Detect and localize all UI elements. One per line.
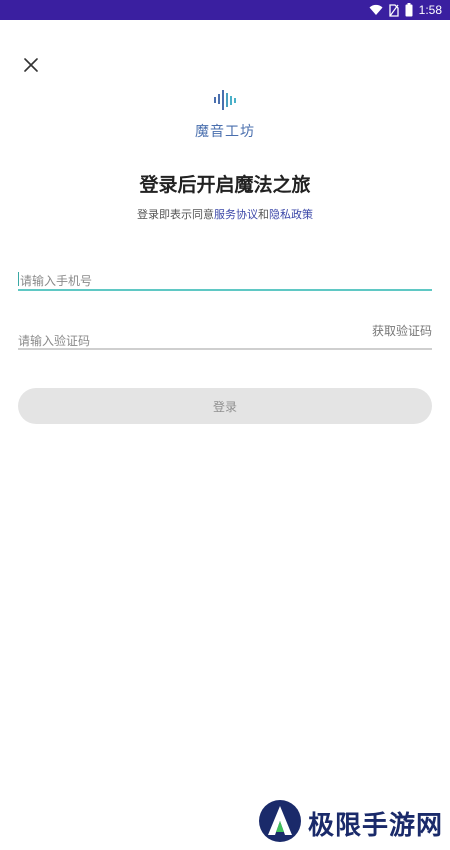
watermark-text: 极限手游网 [308,810,444,841]
wifi-icon [369,4,383,16]
close-button[interactable] [20,55,42,77]
get-code-button[interactable]: 获取验证码 [372,322,432,339]
phone-field-container [18,270,432,291]
status-time: 1:58 [418,3,442,17]
text-caret [18,272,19,286]
status-icons: 1:58 [369,2,442,18]
app-logo-icon [213,90,237,110]
app-name: 魔音工坊 [195,124,255,140]
login-button[interactable]: 登录 [18,388,432,424]
battery-icon [405,3,413,17]
watermark: 极限手游网 [258,800,443,846]
page-title: 登录后开启魔法之旅 [139,174,311,196]
agreement-prefix: 登录即表示同意 [137,208,214,221]
agreement-text: 登录即表示同意服务协议和隐私政策 [0,206,450,222]
phone-input[interactable] [18,272,432,290]
no-sim-icon [388,3,399,17]
terms-link[interactable]: 服务协议 [214,208,258,221]
watermark-logo-icon [258,799,302,847]
agreement-and: 和 [258,208,269,221]
status-bar: 1:58 [0,0,450,20]
code-field-container: 获取验证码 [18,324,432,350]
verification-code-input[interactable] [18,332,318,350]
privacy-link[interactable]: 隐私政策 [269,208,313,221]
close-icon[interactable] [24,57,38,76]
